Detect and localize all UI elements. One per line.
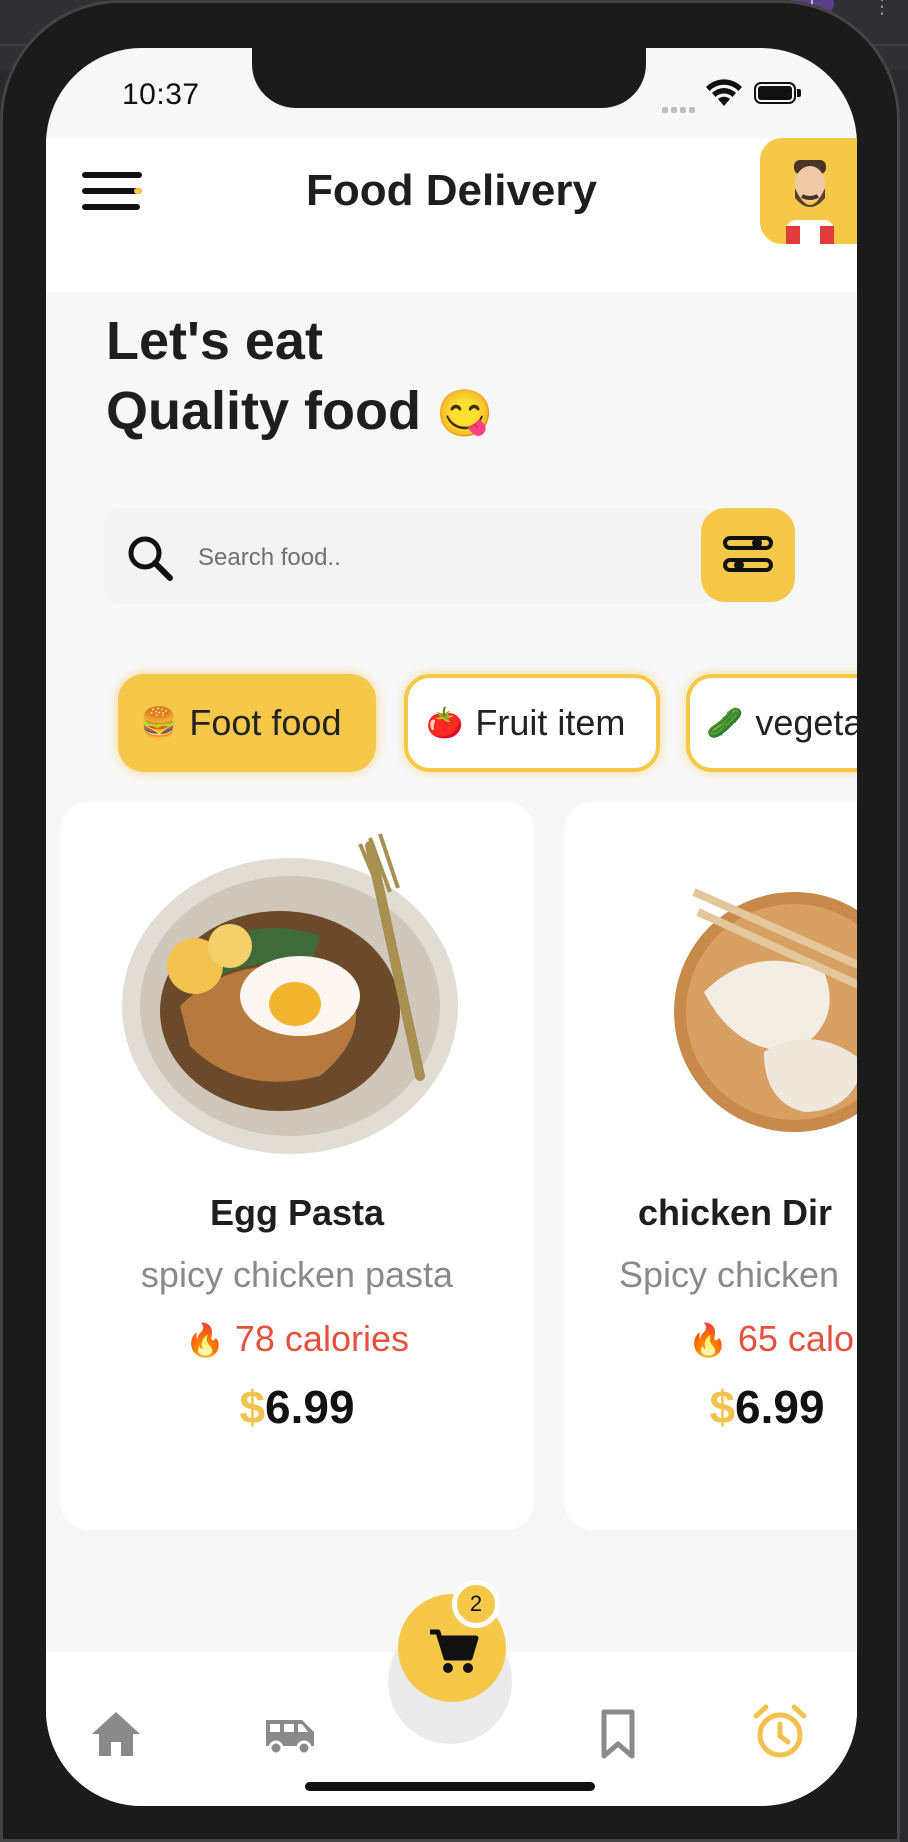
more-options-icon[interactable]: ⋮ (872, 0, 892, 18)
category-label: Fruit item (475, 702, 626, 743)
cellular-signal-icon (662, 98, 702, 113)
hero-line-1: Let's eat (106, 311, 323, 371)
hero-heading: Let's eat Quality food 😋 (106, 306, 806, 448)
search-icon (128, 536, 173, 581)
battery-icon (754, 82, 796, 104)
cart-badge: 2 (452, 1580, 500, 1628)
hero-line-2: Quality food 😋 (106, 376, 806, 448)
fire-icon: 🔥 (185, 1322, 225, 1358)
yum-emoji-icon: 😋 (436, 387, 494, 439)
calories-text: 65 calo (737, 1318, 854, 1359)
category-label: vegeta (755, 702, 857, 743)
app-screen: 10:37 Food Delivery Let's eat Quality fo… (46, 48, 857, 1806)
calories-text: 78 calories (234, 1318, 409, 1359)
burger-icon: 🍔 (140, 706, 178, 740)
profile-avatar[interactable] (760, 138, 857, 244)
cucumber-icon: 🥒 (706, 706, 744, 740)
home-indicator (305, 1782, 595, 1791)
wifi-icon (706, 79, 742, 106)
food-calories: 🔥 78 calories (60, 1318, 534, 1360)
food-description: spicy chicken pasta (140, 1254, 454, 1295)
food-card-egg-pasta[interactable]: Egg Pasta spicy chicken pasta 🔥 78 calor… (60, 802, 534, 1530)
price-value: 6.99 (265, 1381, 355, 1433)
category-list: 🍔 Foot food 🍅 Fruit item 🥒 vegeta (46, 674, 857, 784)
food-image-egg-pasta (122, 833, 458, 1154)
food-price: $6.99 (60, 1380, 534, 1434)
hero-line-2-text: Quality food (106, 381, 421, 441)
currency-symbol: $ (239, 1381, 266, 1433)
food-name: Egg Pasta (209, 1192, 385, 1233)
food-price: $6.99 (564, 1380, 857, 1434)
battery-tip (797, 89, 801, 97)
currency-symbol: $ (709, 1381, 736, 1433)
food-description: Spicy chicken (618, 1254, 840, 1295)
search-input[interactable] (196, 532, 600, 584)
alarm-clock-icon[interactable] (750, 1702, 810, 1762)
home-icon[interactable] (88, 1706, 144, 1762)
category-chip-fruit[interactable]: 🍅 Fruit item (404, 674, 660, 772)
category-label: Foot food (189, 702, 342, 743)
food-image-dumplings (674, 888, 857, 1132)
food-card-chicken-dinner[interactable]: chicken Dir Spicy chicken 🔥 65 calo $6.9… (564, 802, 857, 1530)
category-chip-fast-food[interactable]: 🍔 Foot food (118, 674, 376, 772)
food-calories: 🔥 65 calo (564, 1318, 857, 1360)
status-time: 10:37 (122, 78, 200, 111)
category-chip-vegetable[interactable]: 🥒 vegeta (686, 674, 857, 772)
delivery-van-icon[interactable] (260, 1706, 320, 1762)
price-value: 6.99 (735, 1381, 825, 1433)
device-notch (252, 48, 646, 108)
filter-button[interactable] (701, 508, 795, 602)
phone-frame: 10:37 Food Delivery Let's eat Quality fo… (0, 0, 900, 1842)
food-name: chicken Dir (637, 1192, 833, 1233)
app-title: Food Delivery (306, 166, 597, 215)
fire-icon: 🔥 (688, 1322, 728, 1358)
avatar-person-icon (786, 160, 834, 244)
sliders-icon (723, 536, 773, 572)
tomato-icon: 🍅 (426, 706, 464, 740)
bookmark-icon[interactable] (590, 1706, 646, 1762)
